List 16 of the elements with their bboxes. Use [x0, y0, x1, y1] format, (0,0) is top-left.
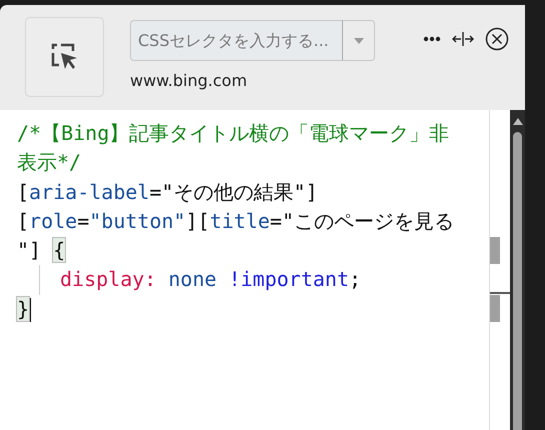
code-line: } — [17, 296, 32, 324]
page-url: www.bing.com — [130, 71, 248, 90]
element-picker-button[interactable] — [25, 17, 104, 97]
vertical-scrollbar[interactable] — [510, 110, 525, 430]
css-selector-field[interactable]: CSSセレクタを入力する... — [130, 20, 342, 61]
code-line: [role="button"][title="このページを見る — [17, 208, 455, 235]
close-icon[interactable] — [485, 27, 509, 51]
code-line: display: none !important; — [17, 265, 489, 295]
resize-horizontal-icon[interactable] — [452, 31, 474, 47]
code-line: /*【Bing】記事タイトル横の「電球マーク」非 — [17, 120, 450, 147]
scroll-up-icon[interactable] — [512, 118, 522, 125]
scrollbar-thumb[interactable] — [513, 132, 522, 430]
more-options-icon[interactable] — [423, 36, 441, 42]
code-line: "] { — [17, 237, 66, 264]
code-line: [aria-label="その他の結果"] — [17, 178, 319, 206]
code-line: 表示*/ — [17, 149, 82, 176]
